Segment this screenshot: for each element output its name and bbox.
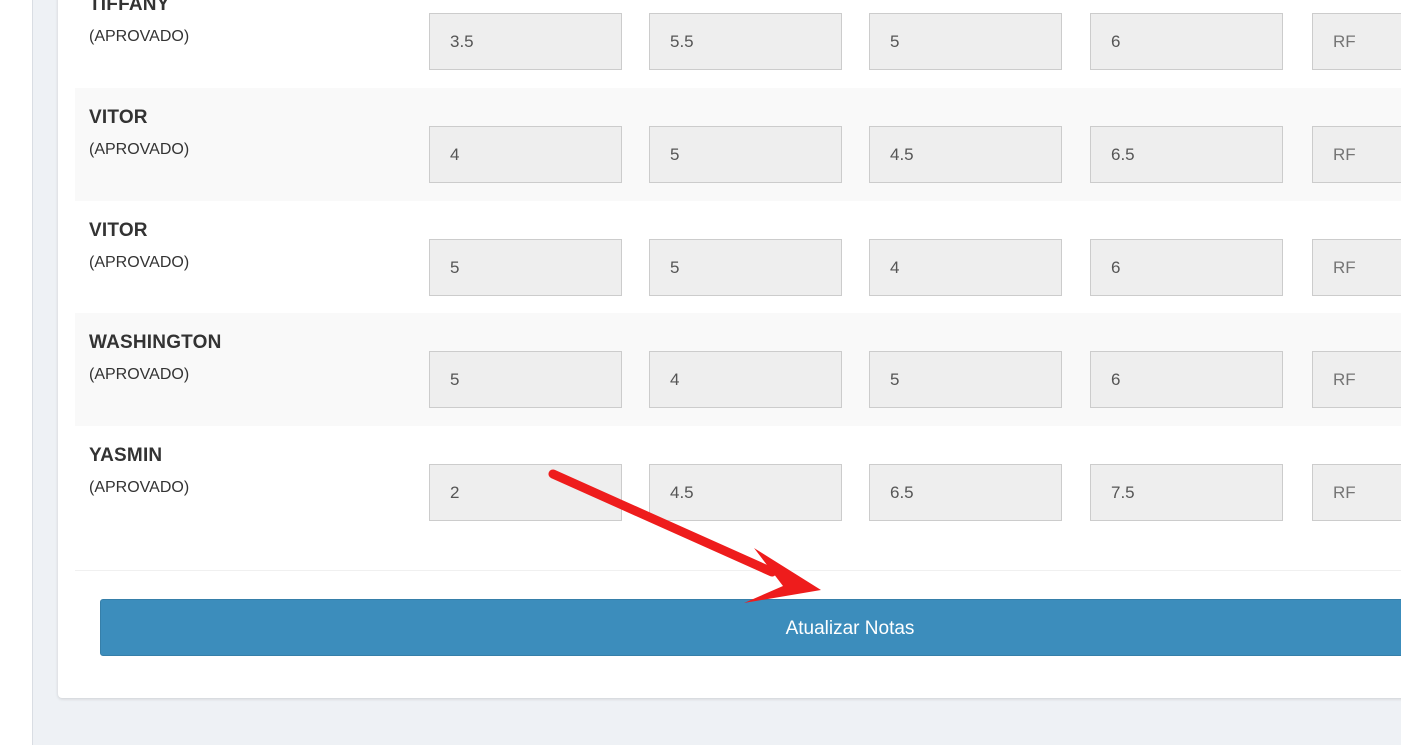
student-status: (APROVADO)	[89, 479, 190, 496]
student-status: (APROVADO)	[89, 254, 190, 271]
grade-input-2[interactable]	[649, 464, 842, 521]
grade-input-4[interactable]	[1090, 464, 1283, 521]
student-row: YASMIN (APROVADO)	[75, 426, 1401, 539]
grade-input-4[interactable]	[1090, 13, 1283, 70]
student-status: (APROVADO)	[89, 28, 190, 45]
grade-input-2[interactable]	[649, 13, 842, 70]
grade-input-3[interactable]	[869, 239, 1062, 296]
grade-input-2[interactable]	[649, 239, 842, 296]
grade-input-3[interactable]	[869, 13, 1062, 70]
grade-input-1[interactable]	[429, 239, 622, 296]
student-row: VITOR (APROVADO)	[75, 201, 1401, 314]
grade-input-4[interactable]	[1090, 239, 1283, 296]
student-name: VITOR	[89, 107, 148, 128]
rf-input[interactable]	[1312, 464, 1401, 521]
student-status: (APROVADO)	[89, 366, 190, 383]
student-status: (APROVADO)	[89, 141, 190, 158]
update-grades-button[interactable]: Atualizar Notas	[100, 599, 1401, 656]
grade-input-4[interactable]	[1090, 351, 1283, 408]
rf-input[interactable]	[1312, 239, 1401, 296]
grade-input-1[interactable]	[429, 351, 622, 408]
update-grades-label: Atualizar Notas	[785, 618, 915, 639]
student-row: VITOR (APROVADO)	[75, 88, 1401, 201]
form-divider	[75, 570, 1401, 571]
student-row: WASHINGTON (APROVADO)	[75, 313, 1401, 426]
rf-input[interactable]	[1312, 126, 1401, 183]
student-name: TIFFANY	[89, 0, 170, 15]
grade-input-1[interactable]	[429, 464, 622, 521]
grade-input-1[interactable]	[429, 126, 622, 183]
student-name: VITOR	[89, 220, 148, 241]
sidebar-edge	[0, 0, 33, 745]
student-name: YASMIN	[89, 445, 163, 466]
grade-input-2[interactable]	[649, 351, 842, 408]
grade-input-3[interactable]	[869, 126, 1062, 183]
grades-card: TIFFANY (APROVADO) VITOR (APROVADO) VITO…	[58, 0, 1401, 698]
student-row: TIFFANY (APROVADO)	[75, 0, 1401, 88]
grade-input-3[interactable]	[869, 351, 1062, 408]
grade-input-1[interactable]	[429, 13, 622, 70]
grade-input-3[interactable]	[869, 464, 1062, 521]
student-name: WASHINGTON	[89, 332, 222, 353]
grade-input-2[interactable]	[649, 126, 842, 183]
rf-input[interactable]	[1312, 351, 1401, 408]
rf-input[interactable]	[1312, 13, 1401, 70]
grade-input-4[interactable]	[1090, 126, 1283, 183]
